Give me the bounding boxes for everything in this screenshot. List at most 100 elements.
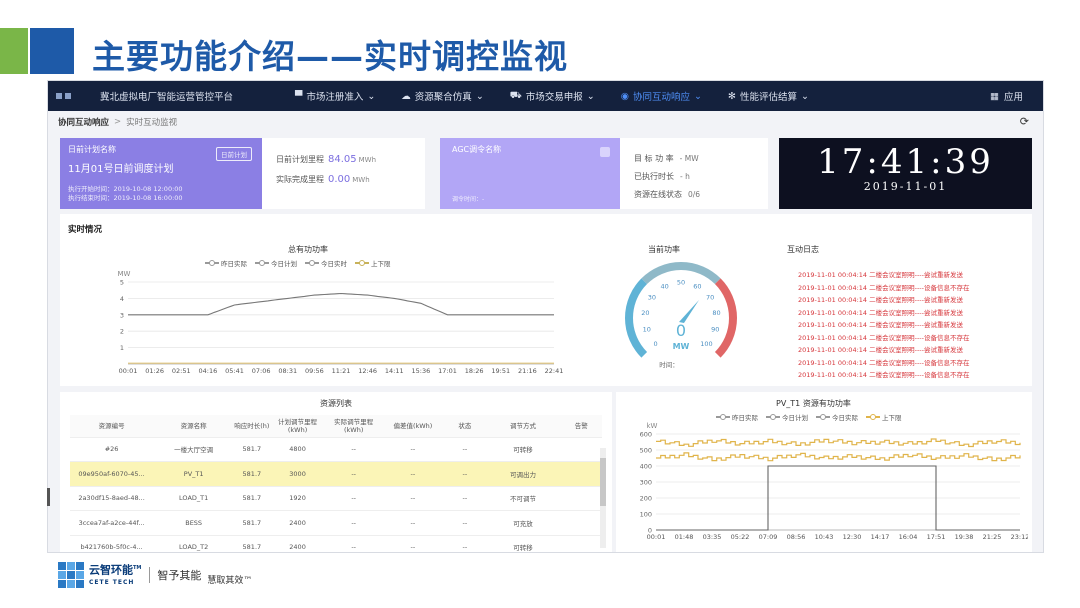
current-power-gauge: 010203040 50 607080901000MW时间： [625, 262, 737, 369]
table-row[interactable]: 3ccea7af-a2ce-44f... BESS 581.7 2400 -- -- -- 可… [70, 510, 602, 536]
slogan-2: 慧取其效™ [207, 575, 253, 586]
legend-item[interactable]: 今日实时 [305, 258, 347, 268]
y-tick-label: 500 [640, 447, 652, 455]
x-tick-label: 12:30 [843, 533, 862, 541]
nav-item-market-trading[interactable]: ⛟ 市场交易申报 ⌄ [510, 89, 595, 103]
table-cell: 可转移 [485, 437, 561, 462]
gauge-tick-label: 0 [653, 340, 657, 348]
table-cell: -- [444, 437, 486, 462]
column-header[interactable]: 实际调节里程(kWh) [325, 415, 382, 438]
column-header[interactable]: 调节方式 [485, 415, 561, 438]
brand-name: 云智环能TM CETE TECH [89, 563, 142, 586]
column-header[interactable]: 偏差值(kWh) [381, 415, 445, 438]
column-header[interactable]: 告警 [560, 415, 602, 438]
actual-mileage-label: 实际完成里程 [276, 175, 324, 184]
table-cell: -- [325, 437, 382, 462]
refresh-icon[interactable]: ⟳ [1020, 115, 1029, 128]
y-tick-label: 300 [640, 479, 652, 487]
nav-item-resource-simulation[interactable]: ☁ 资源聚合仿真 ⌄ [401, 89, 483, 104]
table-cell: b421760b-5f0c-4... [70, 535, 154, 552]
legend-item[interactable]: 今日计划 [255, 258, 297, 268]
y-axis-unit: MW [118, 270, 131, 278]
table-cell: 一楼大厅空调 [153, 437, 235, 462]
target-power-label: 目 标 功 率 [634, 154, 674, 163]
x-tick-label: 04:16 [199, 367, 218, 375]
column-header[interactable]: 资源名称 [153, 415, 235, 438]
y-tick-label: 5 [120, 279, 124, 287]
x-tick-label: 18:26 [465, 367, 484, 375]
table-cell: 09e950af-6070-45... [70, 461, 154, 487]
car-icon: ⛟ [509, 90, 522, 101]
nav-item-coordinated-response[interactable]: ◉ 协同互动响应 ⌄ [620, 89, 702, 104]
duration-value: - h [680, 172, 690, 181]
x-tick-label: 01:48 [675, 533, 694, 541]
slide-accent-blue [30, 28, 74, 74]
x-tick-label: 17:51 [927, 533, 946, 541]
breadcrumb-separator: > [114, 117, 122, 127]
gauge-unit: MW [673, 342, 690, 351]
monitor-icon: ▀ [295, 90, 303, 102]
table-cell: LOAD_T1 [153, 486, 235, 511]
total-power-chart-title: 总有功功率 [288, 245, 328, 254]
x-tick-label: 17:01 [438, 367, 457, 375]
planned-mileage-label: 日前计划里程 [276, 155, 324, 164]
table-cell: BESS [153, 510, 235, 536]
table-cell: -- [325, 535, 382, 552]
table-cell [560, 437, 602, 462]
column-header[interactable]: 资源编号 [70, 415, 154, 438]
table-row[interactable]: 09e950af-6070-45... PV_T1 581.7 3000 -- -- -- 可… [70, 461, 602, 487]
realtime-panel: 实时情况 总有功功率 昨日实际 今日计划 今日实时 上下限 MW 1 2 3 4 5 00:… [60, 214, 1032, 386]
log-entry: 2019-11-01 00:04:14 二楼会议室照明----设备信息不存在 [798, 333, 970, 342]
table-cell: 1920 [269, 486, 326, 511]
side-marker [47, 488, 50, 506]
x-tick-label: 15:36 [412, 367, 431, 375]
cloud-icon: ☁ [401, 90, 411, 102]
agc-checkbox[interactable] [600, 147, 610, 157]
signal-icon: ◉ [620, 90, 630, 102]
y-tick-label: 1 [120, 344, 124, 352]
y-tick-label: 3 [120, 311, 124, 319]
plan-badge: 日前计划 [216, 147, 252, 161]
y-tick-label: 400 [640, 463, 652, 471]
column-header[interactable]: 计划调节里程(kWh) [269, 415, 326, 438]
table-cell: 581.7 [234, 486, 270, 511]
x-tick-label: 16:04 [899, 533, 918, 541]
column-header[interactable]: 状态 [444, 415, 486, 438]
plan-stats: 日前计划里程 84.05 MWh 实际完成里程 0.00 MWh [262, 138, 425, 209]
apps-menu[interactable]: ▦ 应用 [990, 89, 1023, 104]
brand-logo-icon [58, 562, 84, 589]
nav-item-performance-settlement[interactable]: ✻ 性能评估结算 ⌄ [728, 89, 809, 104]
resource-list-title: 资源列表 [320, 399, 352, 408]
table-cell: 不可调节 [485, 486, 561, 511]
breadcrumb-parent[interactable]: 协同互动响应 [58, 116, 109, 128]
table-cell: 2400 [269, 535, 326, 552]
resource-table: 资源编号 资源名称 响应时长(h) 计划调节里程(kWh) 实际调节里程(kWh) 偏差值… [70, 415, 602, 552]
gauge-tick-label: 80 [712, 309, 720, 317]
series-line [656, 438, 1021, 448]
table-cell: -- [381, 486, 445, 511]
column-header[interactable]: 响应时长(h) [234, 415, 270, 438]
x-tick-label: 21:16 [518, 367, 537, 375]
nav-item-market-registration[interactable]: ▀ 市场注册准入 ⌄ [295, 89, 375, 104]
legend-item[interactable]: 昨日实际 [205, 258, 247, 268]
table-row[interactable]: b421760b-5f0c-4... LOAD_T2 581.7 2400 -- -- --… [70, 535, 602, 552]
log-entry: 2019-11-01 00:04:14 二楼会议室照明----尝试重新发送 [798, 296, 963, 304]
table-cell: 581.7 [234, 461, 270, 487]
x-tick-label: 02:51 [172, 367, 191, 375]
agc-card: AGC调令名称 调令时间：- [440, 138, 620, 209]
agc-time: 调令时间：- [452, 196, 485, 203]
table-cell: -- [444, 486, 486, 511]
footer-logo: 云智环能TM CETE TECH 智予其能 慧取其效™ [58, 562, 252, 589]
app-name: 冀北虚拟电厂智能运营管控平台 [100, 92, 234, 103]
plan-end-time: 执行结束时间：2019-10-08 16:00:00 [68, 194, 183, 202]
legend-item[interactable]: 上下限 [355, 258, 391, 268]
table-row[interactable]: #26 一楼大厅空调 581.7 4800 -- -- -- 可转移 [70, 437, 602, 462]
x-tick-label: 23:12 [1011, 533, 1028, 541]
table-cell [560, 510, 602, 536]
table-row[interactable]: 2a30df15-8aed-48... LOAD_T1 581.7 1920 -- -- -… [70, 486, 602, 511]
table-cell: #26 [70, 437, 154, 462]
pv-power-panel: PV_T1 资源有功功率 昨日实际 今日计划 今日实际 上下限 kW 0 100 20… [616, 392, 1032, 552]
table-scrollbar[interactable] [600, 448, 606, 548]
breadcrumb: 协同互动响应 > 实时互动监视 ⟳ [48, 111, 1043, 133]
interaction-log-title: 互动日志 [787, 245, 819, 254]
